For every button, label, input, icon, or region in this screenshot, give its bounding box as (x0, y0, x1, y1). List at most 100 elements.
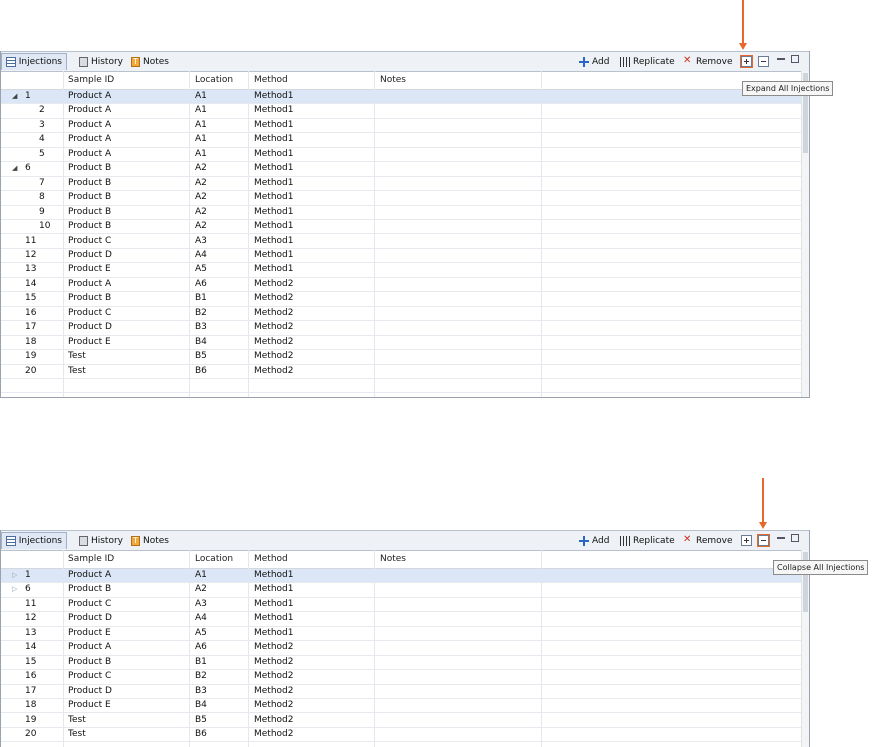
table-row[interactable]: ◢ 6 Product B A2 Method1 (1, 162, 801, 177)
method-cell: Method1 (254, 91, 294, 101)
table-row[interactable] (1, 379, 801, 394)
column-header-location[interactable]: Location (195, 550, 233, 568)
table-row[interactable]: 9 Product B A2 Method1 (1, 206, 801, 221)
history-icon (79, 535, 88, 546)
sample-id-cell: Product A (68, 642, 112, 653)
table-row[interactable]: 19 Test B5 Method2 (1, 350, 801, 365)
tooltip-collapse-all: Collapse All Injections (773, 560, 869, 575)
injection-number: 8 (39, 192, 45, 203)
table-row[interactable]: 20 Test B6 Method2 (1, 365, 801, 379)
table-row[interactable]: 11 Product C A3 Method1 (1, 598, 801, 613)
table-row[interactable]: 7 Product B A2 Method1 (1, 177, 801, 192)
remove-label: Remove (696, 56, 733, 67)
table-row[interactable]: 16 Product C B2 Method2 (1, 307, 801, 322)
column-header-sample-id[interactable]: Sample ID (68, 71, 114, 89)
method-cell: Method2 (254, 656, 294, 667)
table-row[interactable]: 15 Product B B1 Method2 (1, 656, 801, 671)
tab-injections[interactable]: Injections (1, 53, 67, 70)
table-row[interactable]: 13 Product E A5 Method1 (1, 263, 801, 278)
sample-id-cell: Product E (68, 700, 111, 711)
add-button[interactable]: Add (579, 533, 609, 548)
replicate-button[interactable]: Replicate (620, 533, 675, 548)
table-row[interactable]: ◢ 1 Product A A1 Method1 (1, 90, 801, 105)
collapse-row-icon[interactable]: ◢ (12, 162, 17, 175)
table-row[interactable]: 18 Product E B4 Method2 (1, 699, 801, 714)
maximize-icon[interactable] (791, 534, 799, 542)
expand-row-icon[interactable]: ▷ (12, 583, 17, 596)
expand-all-button[interactable] (740, 55, 753, 68)
injection-number: 6 (25, 163, 31, 174)
vertical-scrollbar[interactable] (801, 71, 809, 397)
table-row[interactable]: 12 Product D A4 Method1 (1, 249, 801, 264)
injection-number: 12 (25, 613, 37, 624)
location-cell: A2 (195, 192, 207, 203)
sample-id-cell: Product E (68, 627, 111, 638)
table-row[interactable]: 3 Product A A1 Method1 (1, 119, 801, 134)
injection-number: 14 (25, 278, 37, 289)
column-header-sample-id[interactable]: Sample ID (68, 550, 114, 568)
injections-panel-expanded: Injections History T Notes Add Replicate… (0, 51, 834, 398)
table-row[interactable]: ▷ 1 Product A A1 Method1 (1, 569, 801, 584)
tab-notes[interactable]: T Notes (127, 532, 173, 549)
annotation-arrow-collapse (762, 478, 764, 523)
column-header-notes[interactable]: Notes (380, 550, 406, 568)
table-row[interactable]: 13 Product E A5 Method1 (1, 627, 801, 642)
column-header-notes[interactable]: Notes (380, 71, 406, 89)
column-header-method[interactable]: Method (254, 550, 288, 568)
location-cell: A5 (195, 264, 207, 275)
table-row[interactable]: 10 Product B A2 Method1 (1, 220, 801, 235)
replicate-button[interactable]: Replicate (620, 54, 675, 69)
collapse-row-icon[interactable]: ◢ (12, 90, 17, 103)
injection-number: 18 (25, 700, 37, 711)
remove-button[interactable]: Remove (683, 54, 733, 69)
sample-id-cell: Product D (68, 249, 112, 260)
table-row[interactable]: 17 Product D B3 Method2 (1, 321, 801, 336)
expand-row-icon[interactable]: ▷ (12, 569, 17, 582)
table-row[interactable]: 19 Test B5 Method2 (1, 714, 801, 728)
history-icon (79, 56, 88, 67)
method-cell: Method1 (254, 570, 294, 580)
vertical-scrollbar[interactable] (801, 550, 809, 747)
collapse-all-button[interactable] (757, 534, 770, 547)
location-cell: B2 (195, 671, 207, 682)
injection-number: 17 (25, 685, 37, 696)
tab-history[interactable]: History (75, 532, 127, 549)
injection-number: 1 (25, 91, 31, 101)
table-row[interactable]: 14 Product A A6 Method2 (1, 641, 801, 656)
column-header-method[interactable]: Method (254, 71, 288, 89)
table-row[interactable]: 18 Product E B4 Method2 (1, 336, 801, 351)
sample-id-cell: Product B (68, 206, 112, 217)
add-button[interactable]: Add (579, 54, 609, 69)
tab-label: Injections (18, 536, 62, 546)
table-row[interactable]: 15 Product B B1 Method2 (1, 292, 801, 307)
table-row[interactable]: 17 Product D B3 Method2 (1, 685, 801, 700)
table-row[interactable]: 2 Product A A1 Method1 (1, 104, 801, 119)
sample-id-cell: Test (68, 714, 86, 725)
table-row[interactable]: 16 Product C B2 Method2 (1, 670, 801, 685)
column-header-location[interactable]: Location (195, 71, 233, 89)
maximize-icon[interactable] (791, 55, 799, 63)
tab-history[interactable]: History (75, 53, 127, 70)
table-row[interactable]: 11 Product C A3 Method1 (1, 235, 801, 249)
replicate-label: Replicate (633, 535, 675, 546)
minimize-icon[interactable] (777, 58, 785, 60)
location-cell: B4 (195, 700, 207, 711)
table-row[interactable]: 14 Product A A6 Method2 (1, 278, 801, 293)
table-row[interactable]: 4 Product A A1 Method1 (1, 133, 801, 148)
table-row[interactable]: ▷ 6 Product B A2 Method1 (1, 583, 801, 598)
remove-button[interactable]: Remove (683, 533, 733, 548)
tab-injections[interactable]: Injections (1, 532, 67, 549)
expand-all-button[interactable] (741, 535, 752, 546)
table-row[interactable]: 20 Test B6 Method2 (1, 728, 801, 743)
method-cell: Method1 (254, 192, 294, 203)
injections-panel-collapsed: Injections History T Notes Add Replicate… (0, 530, 869, 747)
minimize-icon[interactable] (777, 537, 785, 539)
table-row[interactable]: 12 Product D A4 Method1 (1, 612, 801, 627)
table-row[interactable]: 8 Product B A2 Method1 (1, 191, 801, 206)
table-row[interactable]: 5 Product A A1 Method1 (1, 148, 801, 163)
tooltip-expand-all: Expand All Injections (742, 81, 834, 96)
collapse-all-button[interactable] (758, 56, 769, 67)
tab-notes[interactable]: T Notes (127, 53, 173, 70)
location-cell: A3 (195, 235, 207, 246)
method-cell: Method1 (254, 206, 294, 217)
